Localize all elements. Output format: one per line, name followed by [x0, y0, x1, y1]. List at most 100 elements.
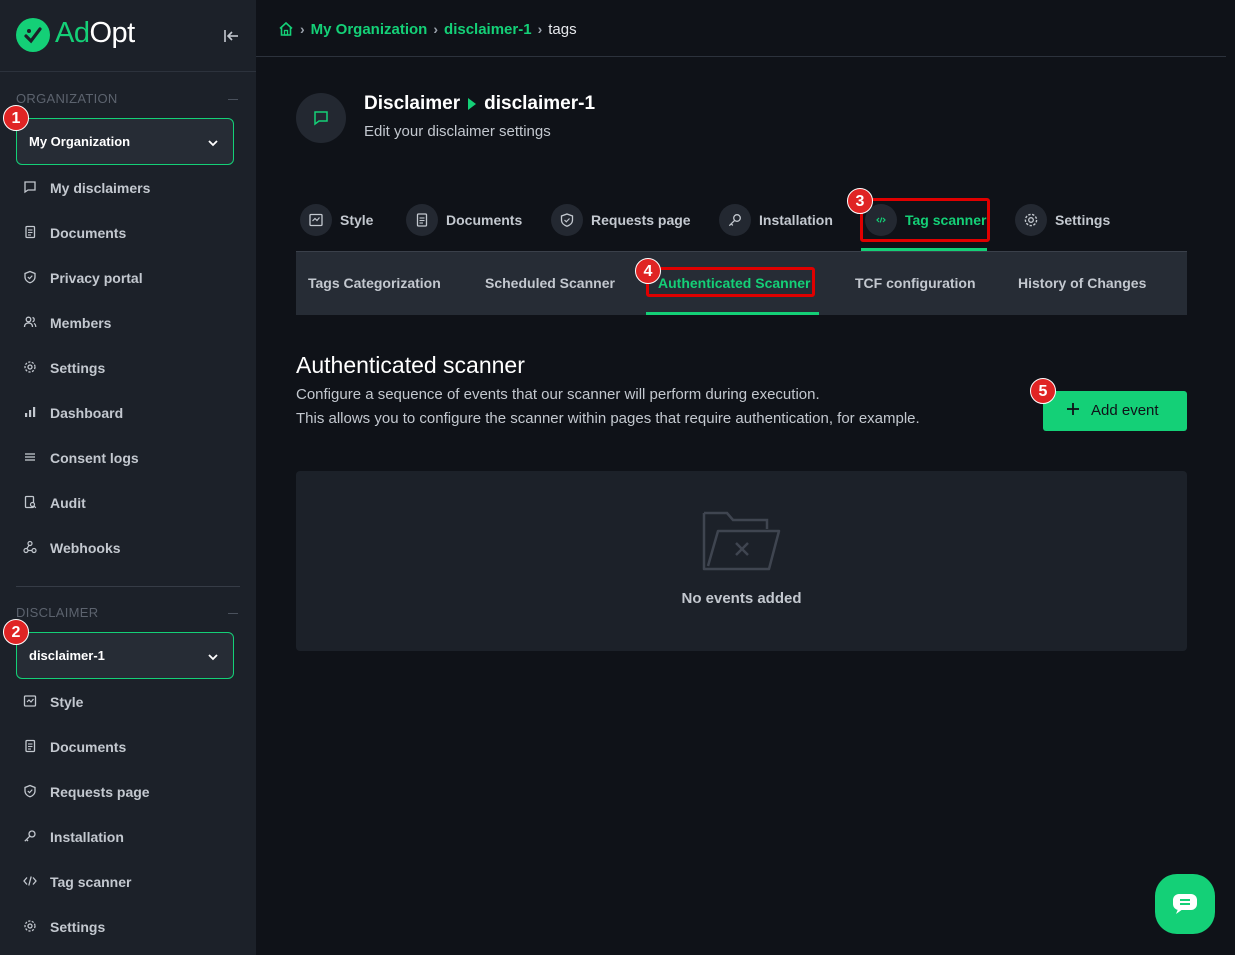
audit-icon	[24, 495, 37, 509]
breadcrumb-current: tags	[548, 20, 577, 38]
sidebar-item-label: Settings	[50, 360, 106, 376]
gear-icon	[1024, 213, 1038, 227]
gear-icon	[24, 361, 36, 373]
breadcrumb-organization[interactable]: My Organization	[311, 21, 428, 38]
highlight-tag-scanner	[860, 198, 990, 242]
add-event-button[interactable]: Add event	[1043, 391, 1187, 431]
app-logo: AdOpt	[55, 17, 135, 49]
sidebar-item-label: Consent logs	[50, 450, 139, 466]
logo-row: AdOpt	[0, 0, 256, 72]
sidebar-item-label: Documents	[50, 225, 127, 241]
chevron-down-icon	[208, 140, 218, 147]
main-tabs: Style Documents Requests page Installati…	[296, 196, 1187, 252]
top-bar: › My Organization › disclaimer-1 › tags	[256, 0, 1226, 57]
disclaimer-select[interactable]: disclaimer-1	[16, 632, 234, 679]
add-event-label: Add event	[1091, 402, 1159, 419]
sidebar-item-settings[interactable]: Settings	[16, 353, 240, 383]
subtab-scheduled-scanner[interactable]: Scheduled Scanner	[485, 275, 615, 291]
sidebar-item-label: Installation	[50, 829, 124, 845]
sidebar-item-my-disclaimers[interactable]: My disclaimers	[16, 173, 240, 203]
code-icon	[23, 876, 37, 886]
organization-select[interactable]: My Organization	[16, 118, 234, 165]
sidebar-item-label: Tag scanner	[50, 874, 132, 890]
sidebar-item-privacy-portal[interactable]: Privacy portal	[16, 263, 240, 293]
sidebar-item-installation[interactable]: Installation	[16, 822, 240, 852]
breadcrumb-disclaimer[interactable]: disclaimer-1	[444, 21, 532, 38]
tab-documents[interactable]: Documents	[402, 204, 530, 236]
shield-icon	[24, 784, 36, 798]
plus-icon	[1067, 403, 1079, 415]
disclaimer-select-value: disclaimer-1	[29, 648, 105, 663]
disclaimer-collapse-icon[interactable]	[228, 613, 238, 614]
annotation-badge-1: 1	[3, 105, 29, 131]
chevron-down-icon	[208, 654, 218, 661]
subtab-history-of-changes[interactable]: History of Changes	[1018, 275, 1146, 291]
sidebar-item-label: Documents	[50, 739, 127, 755]
active-subtab-indicator	[646, 312, 819, 315]
users-icon	[23, 316, 37, 328]
shield-icon	[560, 213, 574, 227]
tab-requests-page[interactable]: Requests page	[547, 204, 697, 236]
style-icon	[309, 213, 323, 227]
sidebar-item-members[interactable]: Members	[16, 308, 240, 338]
style-icon	[23, 695, 37, 707]
sidebar-item-tag-scanner[interactable]: Tag scanner	[16, 867, 240, 897]
empty-folder-icon	[702, 511, 781, 571]
chevron-right-icon: ›	[537, 21, 543, 37]
empty-state-text: No events added	[681, 590, 802, 607]
subtab-tags-categorization[interactable]: Tags Categorization	[308, 275, 441, 291]
shield-icon	[24, 270, 36, 284]
page-title-disclaimer: disclaimer-1	[484, 93, 596, 114]
sidebar-item-style[interactable]: Style	[16, 687, 240, 717]
empty-state: No events added	[296, 471, 1187, 651]
sidebar-item-audit[interactable]: Audit	[16, 488, 240, 518]
tab-settings[interactable]: Settings	[1011, 204, 1121, 236]
sidebar-item-label: Style	[50, 694, 84, 710]
chat-square-icon	[24, 181, 36, 194]
annotation-badge-4: 4	[635, 258, 661, 284]
tab-label: Settings	[1055, 212, 1111, 228]
disclaimer-header-icon	[296, 93, 346, 143]
breadcrumb: › My Organization › disclaimer-1 › tags	[278, 19, 577, 39]
sidebar-item-label: My disclaimers	[50, 180, 151, 196]
key-icon	[24, 830, 36, 842]
sidebar: AdOpt ORGANIZATION My Organization My di…	[0, 0, 256, 955]
section-description-line2: This allows you to configure the scanner…	[296, 410, 920, 427]
organization-collapse-icon[interactable]	[228, 99, 238, 100]
tab-installation[interactable]: Installation	[715, 204, 855, 236]
sidebar-item-documents[interactable]: Documents	[16, 218, 240, 248]
webhook-icon	[23, 540, 37, 554]
subtab-tcf-configuration[interactable]: TCF configuration	[855, 275, 976, 291]
tab-label: Documents	[446, 212, 523, 228]
chevron-right-icon: ›	[300, 21, 305, 37]
bar-chart-icon	[25, 407, 36, 417]
sidebar-item-dashboard[interactable]: Dashboard	[16, 398, 240, 428]
sidebar-item-label: Members	[50, 315, 112, 331]
list-icon	[25, 453, 35, 461]
tab-label: Style	[340, 212, 374, 228]
sidebar-item-disclaimer-documents[interactable]: Documents	[16, 732, 240, 762]
sidebar-item-label: Settings	[50, 919, 106, 935]
document-icon	[416, 213, 428, 227]
chevron-right-icon: ›	[433, 21, 439, 37]
chat-square-icon	[314, 111, 328, 126]
sidebar-item-consent-logs[interactable]: Consent logs	[16, 443, 240, 473]
annotation-badge-3: 3	[847, 188, 873, 214]
page-title: Disclaimer disclaimer-1	[364, 93, 595, 115]
adopt-logo-icon	[16, 18, 50, 52]
sidebar-item-requests-page[interactable]: Requests page	[16, 777, 240, 807]
tab-label: Installation	[759, 212, 833, 228]
tab-label: Requests page	[591, 212, 691, 228]
sidebar-item-disclaimer-settings[interactable]: Settings	[16, 912, 240, 942]
sidebar-item-label: Audit	[50, 495, 86, 511]
key-icon	[728, 214, 741, 227]
tab-style[interactable]: Style	[296, 204, 386, 236]
chat-support-button[interactable]	[1155, 874, 1215, 934]
home-icon[interactable]	[278, 21, 294, 37]
sidebar-item-webhooks[interactable]: Webhooks	[16, 533, 240, 563]
active-tab-indicator	[861, 248, 987, 251]
collapse-sidebar-icon[interactable]	[222, 27, 240, 45]
sidebar-divider	[16, 586, 240, 587]
gear-icon	[24, 920, 36, 932]
page-subtitle: Edit your disclaimer settings	[364, 123, 551, 140]
